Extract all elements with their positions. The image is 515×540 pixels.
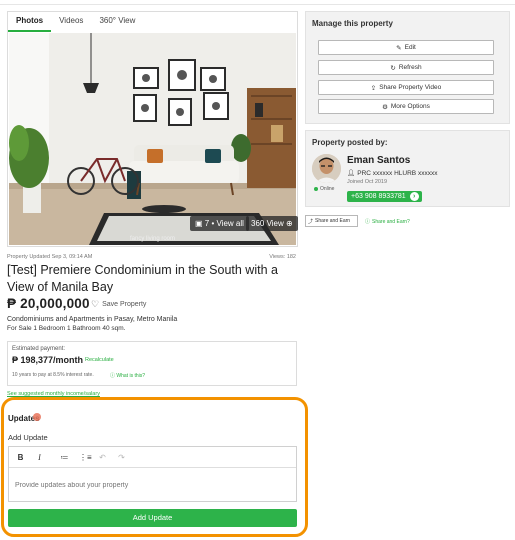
undo-button[interactable]: ↶ — [98, 453, 107, 462]
info-icon: ⓘ — [365, 219, 371, 225]
recalculate-link[interactable]: Recalculate — [85, 357, 114, 363]
refresh-icon: ↻ — [390, 64, 396, 72]
gear-icon: ⚙ — [382, 103, 388, 111]
media-tabs: Photos Videos 360° View — [8, 12, 297, 32]
add-update-label: Add Update — [8, 433, 48, 442]
share-icon: ⤴ — [308, 218, 314, 225]
agent-name[interactable]: Eman Santos — [347, 155, 410, 166]
top-divider — [0, 4, 515, 5]
posted-by-title: Property posted by: — [312, 138, 388, 147]
share-and-earn-button[interactable]: ⤴ Share and Earn — [305, 215, 358, 227]
property-price: ₱ 20,000,000 — [7, 296, 90, 311]
estimated-payment-value: ₱ 198,377/month — [12, 355, 84, 365]
edit-button[interactable]: ✎ Edit — [318, 40, 494, 55]
view-360-button[interactable]: 360 View ⊕ — [246, 216, 298, 231]
agent-avatar[interactable] — [312, 154, 341, 183]
share-and-earn-info-link[interactable]: ⓘ Share and Earn? — [365, 218, 410, 226]
more-options-button[interactable]: ⚙ More Options — [318, 99, 494, 114]
heart-icon: ♡ — [91, 299, 100, 309]
tab-360-view[interactable]: 360° View — [91, 12, 143, 32]
online-dot-icon — [314, 187, 318, 191]
living-room-illustration — [9, 33, 296, 245]
agent-phone-button[interactable]: +63 908 8933781 › — [347, 191, 422, 202]
update-text-input[interactable] — [15, 482, 275, 489]
pencil-icon: ✎ — [396, 44, 402, 52]
user-icon: 👤︎ — [347, 170, 356, 177]
agent-license: 👤︎ PRC xxxxxx HLURB xxxxxx — [347, 169, 438, 178]
property-type: Condominiums and Apartments in Pasay, Me… — [7, 316, 178, 323]
save-property-button[interactable]: ♡ Save Property — [91, 299, 146, 310]
editor-toolbar: B I ≔ ⋮≡ ↶ ↷ — [9, 447, 296, 468]
globe-icon: ⊕ — [286, 219, 293, 228]
property-facts: For Sale 1 Bedroom 1 Bathroom 40 sqm. — [7, 325, 126, 332]
bulleted-list-button[interactable]: ≔ — [60, 453, 69, 462]
numbered-list-button[interactable]: ⋮≡ — [79, 453, 92, 462]
mortgage-note: 10 years to pay at 8.5% interest rate. — [12, 372, 94, 378]
cursor-indicator-dot — [33, 413, 41, 421]
refresh-button[interactable]: ↻ Refresh — [318, 60, 494, 75]
tab-videos[interactable]: Videos — [51, 12, 91, 32]
tab-photos[interactable]: Photos — [8, 12, 52, 32]
avatar-portrait — [312, 154, 341, 183]
views-count: Views: 182 — [269, 254, 296, 260]
arrow-right-icon: › — [409, 192, 419, 201]
italic-button[interactable]: I — [35, 453, 44, 462]
agent-joined-date: Joined Oct 2019 — [347, 179, 388, 185]
estimated-payment-label: Estimated payment: — [12, 346, 66, 352]
what-is-this-link[interactable]: ⓘ What is this? — [110, 372, 145, 379]
property-updated-date: Property Updated Sep 3, 09:14 AM — [7, 254, 93, 260]
redo-button[interactable]: ↷ — [117, 453, 126, 462]
share-icon: ⇪ — [370, 84, 377, 92]
info-icon: ⓘ — [110, 373, 116, 379]
bold-button[interactable]: B — [16, 453, 25, 462]
photo-caption: fancy living room — [129, 236, 176, 242]
view-all-photos-button[interactable]: ▣ 7 • View all — [190, 216, 249, 231]
manage-title: Manage this property — [312, 19, 393, 28]
online-status: Online — [314, 186, 334, 192]
property-title: [Test] Premiere Condominium in the South… — [7, 263, 278, 294]
add-update-button[interactable]: Add Update — [8, 509, 297, 527]
share-property-video-button[interactable]: ⇪ Share Property Video — [318, 80, 494, 95]
image-icon: ▣ — [195, 219, 203, 228]
property-photo[interactable] — [9, 33, 296, 245]
